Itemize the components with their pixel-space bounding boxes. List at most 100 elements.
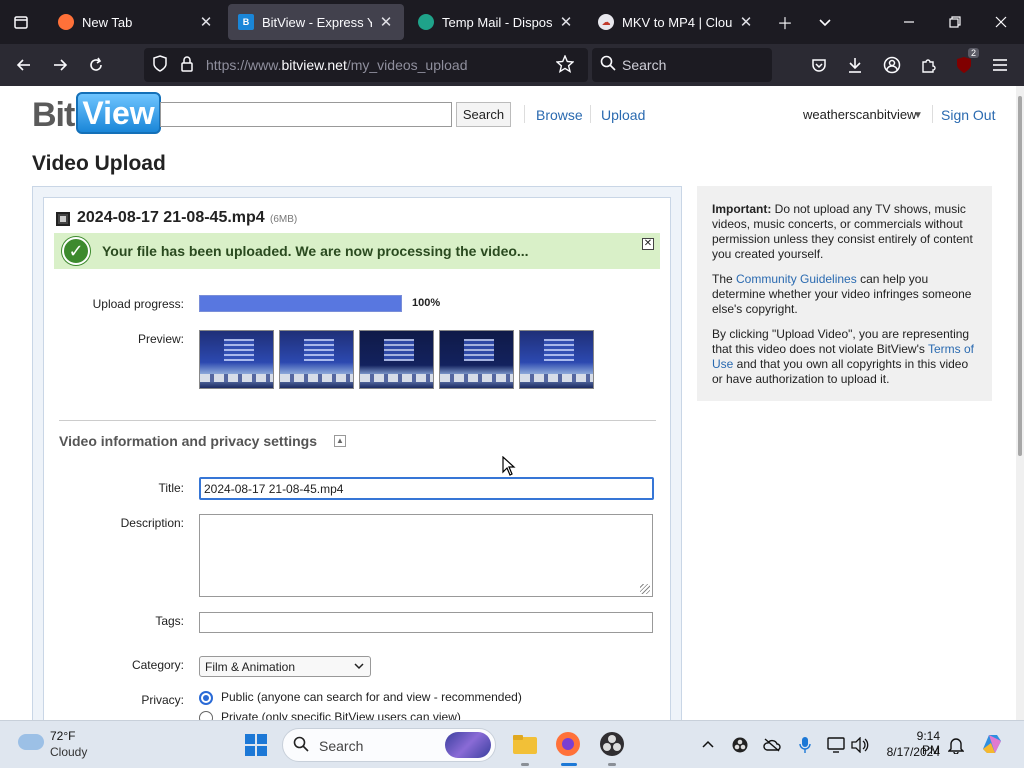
- display-icon[interactable]: [826, 735, 846, 755]
- notice-text: Your file has been uploaded. We are now …: [102, 243, 529, 259]
- upload-guidelines-sidebar: Important: Do not upload any TV shows, m…: [697, 186, 992, 401]
- preview-label: Preview:: [137, 332, 184, 346]
- upload-progress-percent: 100%: [412, 297, 441, 309]
- temp-mail-favicon-icon: [418, 14, 434, 30]
- pocket-icon[interactable]: [806, 52, 832, 78]
- community-guidelines-link[interactable]: Community Guidelines: [736, 272, 857, 286]
- taskbar-search[interactable]: Search: [282, 728, 496, 762]
- sign-out-link[interactable]: Sign Out: [941, 107, 995, 123]
- section-title[interactable]: Video information and privacy settings: [59, 433, 317, 449]
- address-bar[interactable]: https://www.bitview.net/my_videos_upload: [144, 48, 588, 82]
- copilot-icon[interactable]: [978, 730, 1006, 758]
- lock-icon[interactable]: [180, 55, 194, 76]
- upload-progress-fill: [200, 296, 401, 311]
- reload-icon[interactable]: [81, 50, 111, 80]
- upload-progress-label: Upload progress:: [92, 297, 184, 311]
- nav-separator: [932, 105, 933, 123]
- close-icon[interactable]: ✕: [558, 13, 574, 31]
- new-tab-plus-icon[interactable]: ＋: [764, 0, 806, 44]
- browse-link[interactable]: Browse: [536, 107, 583, 123]
- tab-bitview[interactable]: B BitView - Express Yourself ✕: [228, 4, 404, 40]
- upload-success-notice: ✓ Your file has been uploaded. We are no…: [54, 233, 660, 269]
- guidelines-pre: The: [712, 272, 737, 286]
- tags-label: Tags:: [155, 614, 184, 628]
- preview-thumbnail[interactable]: [359, 330, 434, 389]
- category-select[interactable]: Film & Animation: [199, 656, 371, 677]
- page-viewport: Bit View Search Browse Upload weathersca…: [0, 86, 1016, 720]
- account-icon[interactable]: [879, 52, 905, 78]
- tab-new-tab[interactable]: New Tab ✕: [48, 4, 224, 40]
- chevron-up-icon[interactable]: [698, 735, 718, 755]
- privacy-public-radio[interactable]: [199, 691, 213, 705]
- close-icon[interactable]: ✕: [198, 13, 214, 31]
- tab-label: MKV to MP4 | CloudConvert: [622, 14, 732, 30]
- extensions-puzzle-icon[interactable]: [915, 52, 941, 78]
- preview-thumbnail[interactable]: [279, 330, 354, 389]
- minimize-icon[interactable]: [886, 0, 932, 44]
- tab-label: Temp Mail - Disposable: [442, 14, 552, 30]
- close-icon[interactable]: ✕: [738, 13, 754, 31]
- volume-icon[interactable]: [850, 735, 870, 755]
- bookmark-star-icon[interactable]: [555, 54, 575, 76]
- page-scrollbar-thumb[interactable]: [1018, 96, 1022, 456]
- download-icon[interactable]: [842, 52, 868, 78]
- close-icon[interactable]: ✕: [642, 238, 654, 250]
- browser-tab-bar: New Tab ✕ B BitView - Express Yourself ✕…: [0, 0, 1024, 44]
- tab-list-icon[interactable]: [0, 0, 42, 44]
- upload-link[interactable]: Upload: [601, 107, 645, 123]
- preview-thumbnail[interactable]: [439, 330, 514, 389]
- hamburger-menu-icon[interactable]: [987, 52, 1013, 78]
- guidelines-paragraph: The Community Guidelines can help you de…: [712, 272, 977, 317]
- shield-icon[interactable]: [152, 55, 168, 76]
- restore-icon[interactable]: [932, 0, 978, 44]
- nav-separator: [524, 105, 525, 123]
- file-explorer-icon[interactable]: [511, 730, 539, 758]
- title-label: Title:: [158, 481, 184, 495]
- username-menu[interactable]: weatherscanbitview: [803, 107, 916, 122]
- file-name: 2024-08-17 21-08-45.mp4: [77, 209, 265, 226]
- upload-panel: 2024-08-17 21-08-45.mp4 (6MB) ✓ Your fil…: [32, 186, 682, 720]
- logo-view-text: View: [76, 92, 161, 134]
- windows-start-icon[interactable]: [245, 734, 267, 756]
- weather-temperature[interactable]: 72°F: [50, 729, 75, 743]
- tab-label: BitView - Express Yourself: [262, 14, 372, 30]
- preview-thumbnail[interactable]: [519, 330, 594, 389]
- clock-date[interactable]: 8/17/2024: [884, 745, 940, 759]
- caret-down-icon[interactable]: ▼: [913, 110, 923, 121]
- resize-grip-icon[interactable]: [640, 584, 650, 594]
- bitview-logo[interactable]: Bit View: [32, 92, 161, 134]
- site-search-input[interactable]: [160, 102, 452, 127]
- site-search-button[interactable]: Search: [456, 102, 511, 127]
- close-icon[interactable]: ✕: [378, 13, 394, 31]
- chevron-down-icon: [354, 659, 364, 676]
- preview-thumbnails: [199, 330, 594, 389]
- obs-studio-icon[interactable]: [598, 730, 626, 758]
- privacy-public-label[interactable]: Public (anyone can search for and view -…: [221, 690, 522, 704]
- tags-input[interactable]: [199, 612, 653, 633]
- microphone-icon[interactable]: [795, 735, 815, 755]
- cloud-icon[interactable]: [18, 734, 44, 750]
- notification-bell-icon[interactable]: [946, 735, 966, 755]
- obs-tray-icon[interactable]: [730, 735, 750, 755]
- description-textarea[interactable]: [199, 514, 653, 597]
- back-arrow-icon[interactable]: [9, 50, 39, 80]
- chevron-down-icon[interactable]: [804, 0, 846, 44]
- cloud-off-icon[interactable]: [762, 735, 782, 755]
- logo-bit-text: Bit: [32, 96, 75, 134]
- ublock-origin-icon[interactable]: 2: [951, 48, 979, 78]
- cloudconvert-favicon-icon: ☁: [598, 14, 614, 30]
- window-close-icon[interactable]: [978, 0, 1024, 44]
- firefox-taskbar-icon[interactable]: [554, 730, 582, 758]
- tab-temp-mail[interactable]: Temp Mail - Disposable ✕: [408, 4, 584, 40]
- browser-search-bar[interactable]: Search: [592, 48, 772, 82]
- preview-thumbnail[interactable]: [199, 330, 274, 389]
- title-input[interactable]: 2024-08-17 21-08-45.mp4: [199, 477, 654, 500]
- privacy-label: Privacy:: [141, 693, 184, 707]
- terms-paragraph: By clicking "Upload Video", you are repr…: [712, 327, 977, 387]
- privacy-private-radio[interactable]: [199, 711, 213, 720]
- collapse-up-icon[interactable]: ▲: [334, 435, 346, 447]
- tab-cloudconvert[interactable]: ☁ MKV to MP4 | CloudConvert ✕: [588, 4, 764, 40]
- forward-arrow-icon[interactable]: [45, 50, 75, 80]
- privacy-private-label[interactable]: Private (only specific BitView users can…: [221, 710, 461, 720]
- weather-description[interactable]: Cloudy: [50, 745, 87, 759]
